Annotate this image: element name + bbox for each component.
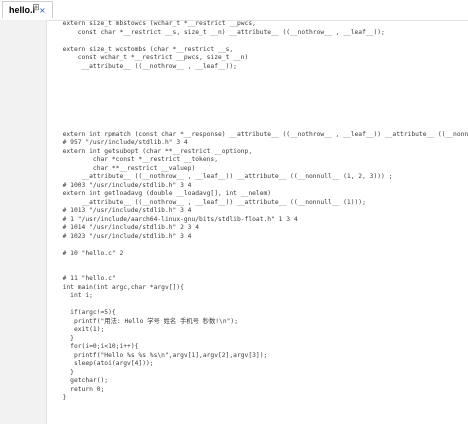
- code-text: # 11 "hello.c": [55, 275, 116, 282]
- code-line[interactable]: 3034 __attribute__ ((__nothrow__ , __lea…: [47, 199, 468, 208]
- code-line[interactable]: 3052 printf("Hello %s %s %s\n",argv[1],a…: [47, 352, 468, 361]
- code-text: sleep(atoi(argv[4]));: [55, 360, 154, 367]
- code-text: }: [55, 394, 67, 401]
- code-line[interactable]: 3033 extern int getloadavg (double __loa…: [47, 190, 468, 199]
- code-line[interactable]: 3047 if(argc!=5){: [47, 309, 468, 318]
- code-text: }: [55, 334, 74, 342]
- code-line[interactable]: 3027 # 957 "/usr/include/stdlib.h" 3 4: [47, 139, 468, 148]
- code-line[interactable]: 3057 }: [47, 394, 468, 403]
- code-text: exit(1);: [55, 326, 105, 333]
- code-line[interactable]: 3054 }: [47, 369, 468, 378]
- code-line[interactable]: 3050 }: [47, 335, 468, 344]
- code-line[interactable]: 3030 char **__restrict __valuep): [47, 165, 468, 174]
- code-line[interactable]: 3041: [47, 258, 468, 267]
- code-text: # 957 "/usr/include/stdlib.h" 3 4: [55, 139, 188, 146]
- code-line[interactable]: 3024: [47, 114, 468, 123]
- code-text: const wchar_t *__restrict __pwcs, size_t…: [55, 54, 249, 61]
- code-line[interactable]: 3049 exit(1);: [47, 326, 468, 335]
- code-text: char *const *__restrict __tokens,: [55, 156, 219, 163]
- code-line[interactable]: 3032 # 1003 "/usr/include/stdlib.h" 3 4: [47, 182, 468, 191]
- code-line[interactable]: 3023: [47, 105, 468, 114]
- code-line[interactable]: 3017 const wchar_t *__restrict __pwcs, s…: [47, 54, 468, 63]
- code-line[interactable]: 3013 extern size_t mbstowcs (wchar_t *__…: [47, 20, 468, 29]
- code-text: printf("Hello %s %s %s\n",argv[1],argv[2…: [55, 351, 268, 359]
- code-line[interactable]: 3038 # 1023 "/usr/include/stdlib.h" 3 4: [47, 233, 468, 242]
- code-line[interactable]: 3053 sleep(atoi(argv[4]));: [47, 360, 468, 369]
- code-line[interactable]: 3016 extern size_t wcstombs (char *__res…: [47, 46, 468, 55]
- code-line[interactable]: 3014 const char *__restrict __s, size_t …: [47, 29, 468, 38]
- code-text: extern size_t wcstombs (char *__restrict…: [55, 45, 234, 53]
- code-text: }: [55, 368, 74, 376]
- code-text: # 1 "/usr/include/aarch64-linux-gnu/bits…: [55, 215, 298, 223]
- code-text: extern int rpmatch (const char *__respon…: [62, 130, 468, 138]
- code-text: extern int getsubopt (char **__restrict …: [55, 147, 253, 155]
- code-text: __attribute__ ((__nothrow__ , __leaf__))…: [55, 173, 393, 180]
- code-line[interactable]: 3048 printf("用法: Hello 学号 姓名 手机号 秒数!\n")…: [47, 318, 468, 327]
- code-text: __attribute__ ((__nothrow__ , __leaf__))…: [55, 62, 237, 70]
- code-line[interactable]: 3042: [47, 267, 468, 276]
- code-line[interactable]: 3035 # 1013 "/usr/include/stdlib.h" 3 4: [47, 207, 468, 216]
- code-line[interactable]: 3019: [47, 71, 468, 80]
- code-line[interactable]: 3040 # 10 "hello.c" 2: [47, 250, 468, 259]
- code-text: int i;: [55, 292, 93, 299]
- code-text: return 0;: [55, 385, 105, 393]
- code-text: int main(int argc,char *argv[]){: [55, 283, 184, 291]
- code-text: extern size_t mbstowcs (wchar_t *__restr…: [55, 20, 256, 27]
- code-text: for(i=0;i<10;i++){: [55, 343, 139, 350]
- code-line[interactable]: 3018 __attribute__ ((__nothrow__ , __lea…: [47, 63, 468, 72]
- code-line[interactable]: 3051 for(i=0;i<10;i++){: [47, 343, 468, 352]
- code-text: extern int getloadavg (double __loadavg[…: [55, 190, 272, 197]
- code-line[interactable]: 3031 __attribute__ ((__nothrow__ , __lea…: [47, 173, 468, 182]
- code-text: # 10 "hello.c" 2: [55, 249, 124, 257]
- code-line[interactable]: 3043 # 11 "hello.c": [47, 275, 468, 284]
- code-line[interactable]: 3026 extern int rpmatch (const char *__r…: [47, 131, 468, 140]
- code-line[interactable]: 3055 getchar();: [47, 377, 468, 386]
- code-line[interactable]: 3020: [47, 80, 468, 89]
- code-text: printf("用法: Hello 学号 姓名 手机号 秒数!\n");: [55, 317, 238, 325]
- code-text: getchar();: [55, 377, 109, 384]
- code-text: # 1014 "/usr/include/stdlib.h" 2 3 4: [55, 224, 200, 231]
- code-line[interactable]: 3056 return 0;: [47, 386, 468, 395]
- code-line[interactable]: 3037 # 1014 "/usr/include/stdlib.h" 2 3 …: [47, 224, 468, 233]
- code-line[interactable]: 3029 char *const *__restrict __tokens,: [47, 156, 468, 165]
- code-line[interactable]: 3015: [47, 37, 468, 46]
- code-area[interactable]: 3013 extern size_t mbstowcs (wchar_t *__…: [47, 20, 468, 424]
- code-text: # 1013 "/usr/include/stdlib.h" 3 4: [55, 207, 192, 214]
- code-line[interactable]: 3028 extern int getsubopt (char **__rest…: [47, 148, 468, 157]
- code-text: # 1023 "/usr/include/stdlib.h" 3 4: [55, 232, 192, 240]
- code-text: char **__restrict __valuep): [55, 164, 196, 172]
- code-line[interactable]: 3046: [47, 301, 468, 310]
- code-editor[interactable]: 3013 extern size_t mbstowcs (wchar_t *__…: [0, 20, 468, 424]
- tab-list-icon[interactable]: ⊞: [31, 3, 41, 13]
- line-number-gutter: [0, 20, 47, 424]
- code-text: __attribute__ ((__nothrow__ , __leaf__))…: [55, 198, 366, 206]
- code-line[interactable]: 3045 int i;: [47, 292, 468, 301]
- code-line[interactable]: 3044 int main(int argc,char *argv[]){: [47, 284, 468, 293]
- tab-hello-i[interactable]: hello.i ×: [2, 1, 53, 18]
- code-line[interactable]: 3025: [47, 122, 468, 131]
- code-line[interactable]: 3021: [47, 88, 468, 97]
- code-line[interactable]: 3039: [47, 241, 468, 250]
- code-text: if(argc!=5){: [55, 309, 116, 316]
- code-text: # 1003 "/usr/include/stdlib.h" 3 4: [55, 181, 192, 189]
- code-text: const char *__restrict __s, size_t __n) …: [55, 28, 385, 36]
- code-line[interactable]: 3036 # 1 "/usr/include/aarch64-linux-gnu…: [47, 216, 468, 225]
- tab-bar: hello.i × ⊞: [0, 0, 468, 21]
- code-line[interactable]: 3022: [47, 97, 468, 106]
